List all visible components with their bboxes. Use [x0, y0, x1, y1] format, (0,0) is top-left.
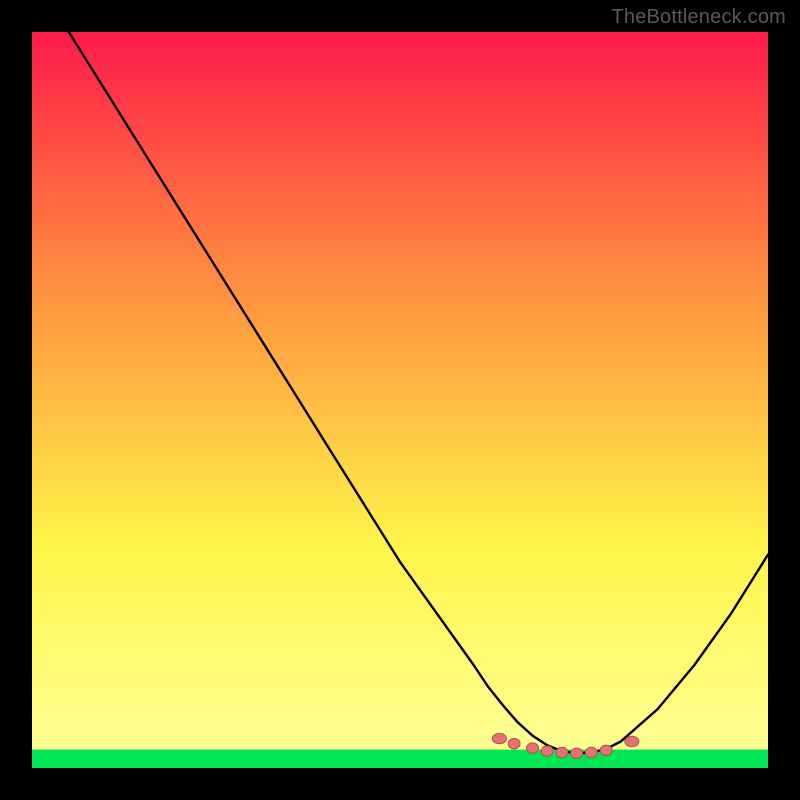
highlight-dot	[571, 748, 583, 758]
highlight-dot	[541, 746, 553, 756]
gradient-background	[32, 32, 768, 768]
highlight-dot	[625, 736, 639, 746]
highlight-dot	[585, 747, 597, 757]
chart-stage: TheBottleneck.com	[0, 0, 800, 800]
bottleneck-chart	[32, 32, 768, 768]
green-band	[32, 750, 768, 768]
highlight-dot	[556, 747, 568, 757]
highlight-dot	[600, 745, 612, 755]
highlight-dot	[492, 733, 506, 743]
highlight-dot	[527, 743, 539, 753]
watermark-text: TheBottleneck.com	[611, 6, 786, 29]
plot-area	[32, 32, 768, 768]
highlight-dot	[508, 739, 520, 749]
